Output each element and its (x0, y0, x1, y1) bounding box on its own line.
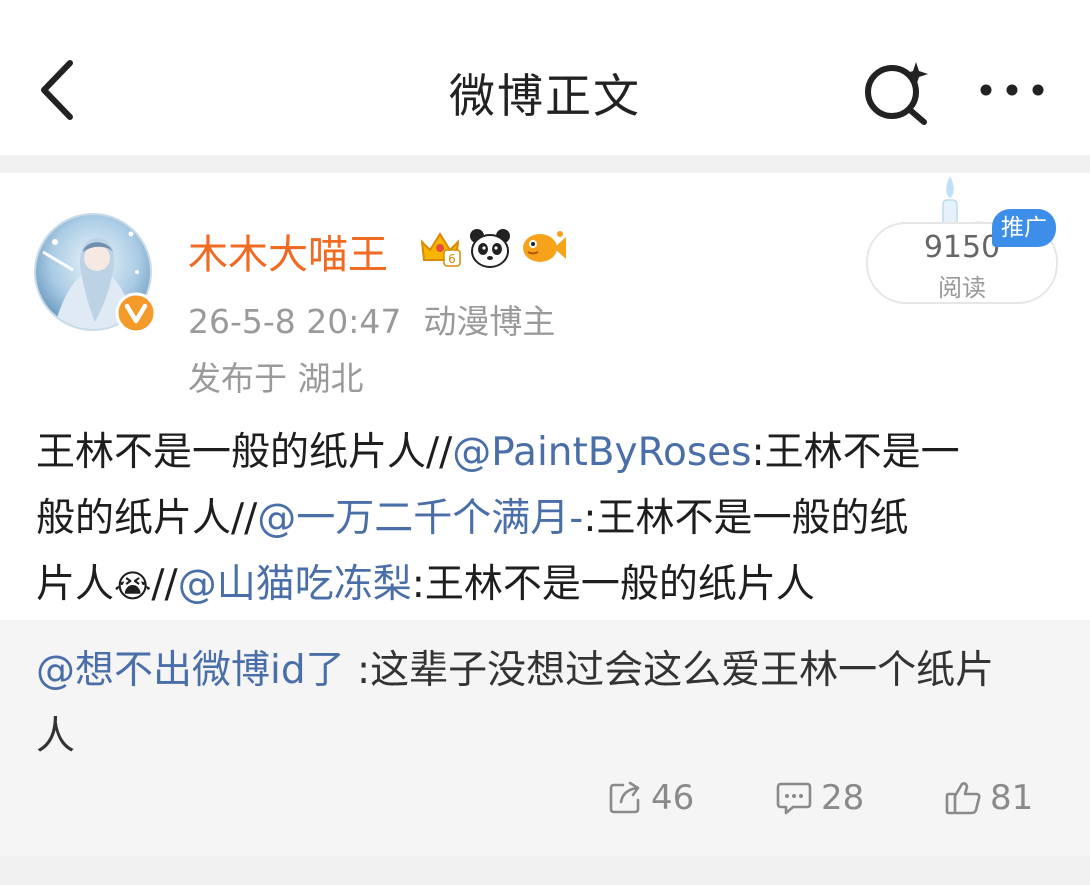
read-label: 阅读 (938, 274, 986, 302)
post-text-line: 王林不是一般的纸片人//@PaintByRoses:王林不是一 (36, 420, 1066, 486)
mention-link[interactable]: @PaintByRoses (452, 430, 751, 475)
more-dots-icon (980, 84, 1044, 96)
search-sparkle-icon (865, 62, 928, 125)
post-text-line: 片人😭//@山猫吃冻梨:王林不是一般的纸片人 (36, 552, 1066, 619)
crying-emoji-icon: 😭 (114, 567, 152, 605)
text-segment: // (151, 562, 178, 607)
repost-count: 46 (651, 778, 695, 818)
comment-icon (776, 782, 812, 815)
quoted-text-line: 人 (36, 714, 76, 759)
user-badges: 6 (418, 224, 568, 272)
thumbs-up-icon (945, 782, 981, 815)
repost-icon (609, 781, 640, 814)
text-segment: :王林不是一般的纸片人 (411, 562, 815, 607)
like-button[interactable]: 81 (944, 774, 1033, 822)
mention-link[interactable]: @想不出微博id了 (36, 648, 345, 693)
text-segment: :王林不是一 (751, 430, 960, 475)
avatar[interactable] (33, 212, 157, 336)
quoted-text: @想不出微博id了 :这辈子没想过会这么爱王林一个纸片 人 (36, 638, 1066, 770)
post-text-line: 般的纸片人//@一万二千个满月-:王林不是一般的纸 (36, 486, 1066, 552)
fish-badge-icon[interactable] (520, 230, 568, 266)
post-location: 发布于 湖北 (188, 359, 364, 398)
post-source: 动漫博主 (423, 302, 556, 341)
text-segment: 王林不是一般的纸片人// (36, 430, 453, 475)
comment-button[interactable]: 28 (775, 774, 864, 822)
text-segment: 片人 (36, 562, 115, 607)
svg-text:6: 6 (448, 252, 456, 266)
bottom-divider (0, 856, 1090, 885)
post-text: 王林不是一般的纸片人//@PaintByRoses:王林不是一 般的纸片人//@… (36, 420, 1066, 619)
verified-v-icon (115, 292, 157, 334)
post-meta: 26-5-8 20:47 动漫博主 (188, 295, 555, 343)
text-segment: :这辈子没想过会这么爱王林一个纸片 (344, 648, 995, 693)
more-options-button[interactable] (975, 70, 1050, 110)
panda-badge-icon[interactable] (468, 226, 512, 270)
repost-button[interactable]: 46 (607, 774, 694, 822)
mention-link[interactable]: @一万二千个满月- (257, 496, 583, 541)
crown-level-badge-icon[interactable]: 6 (418, 228, 462, 268)
mention-link[interactable]: @山猫吃冻梨 (178, 562, 412, 607)
quoted-text-line: @想不出微博id了 :这辈子没想过会这么爱王林一个纸片 (36, 638, 1066, 704)
comment-count: 28 (821, 778, 865, 818)
post-datetime: 26-5-8 20:47 (188, 302, 402, 341)
search-button[interactable] (862, 58, 934, 128)
text-segment: :王林不是一般的纸 (583, 496, 909, 541)
section-divider (0, 155, 1090, 173)
username[interactable]: 木木大喵王 (188, 222, 388, 280)
promote-badge[interactable]: 推广 (992, 209, 1056, 247)
text-segment: 般的纸片人// (36, 496, 258, 541)
like-count: 81 (990, 778, 1034, 818)
top-nav-bar: 微博正文 (0, 0, 1090, 155)
quoted-post[interactable]: @想不出微博id了 :这辈子没想过会这么爱王林一个纸片 人 (0, 620, 1090, 856)
